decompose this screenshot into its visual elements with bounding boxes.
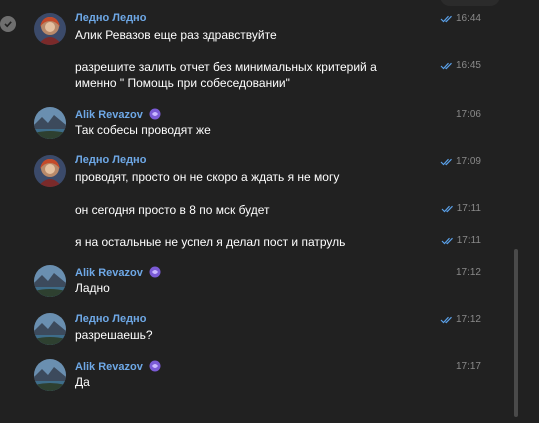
message-time: 16:45 xyxy=(455,60,481,71)
author-name-label: Alik Revazov xyxy=(75,267,143,279)
message-time: 17:12 xyxy=(455,267,481,278)
message-time: 17:12 xyxy=(455,314,481,325)
message-meta: 16:45 xyxy=(440,60,481,71)
message-meta: 17:11 xyxy=(441,203,481,214)
date-pill xyxy=(440,0,500,6)
premium-emoji-icon xyxy=(149,360,161,372)
message-text: он сегодня просто в 8 по мск будет xyxy=(75,203,270,217)
author-name[interactable]: Alik Revazov xyxy=(75,108,161,121)
message-meta: 17:17 xyxy=(456,361,481,372)
message-time: 17:09 xyxy=(455,156,481,167)
author-name[interactable]: Ледно Ледно xyxy=(75,313,146,325)
premium-emoji-icon xyxy=(149,108,161,120)
message-text: разрешаешь? xyxy=(75,328,153,342)
message-text: Так собесы проводят же xyxy=(75,123,211,137)
double-check-icon xyxy=(440,316,452,323)
avatar-ledno[interactable] xyxy=(34,155,66,187)
avatar-alik[interactable] xyxy=(34,359,66,391)
message-meta: 17:12 xyxy=(440,314,481,325)
message-time: 17:17 xyxy=(455,361,481,372)
avatar-ledno[interactable] xyxy=(34,313,66,345)
author-name[interactable]: Ледно Ледно xyxy=(75,12,146,24)
message-text: я на остальные не успел я делал пост и п… xyxy=(75,235,346,249)
message-text: именно " Помощь при собеседовании" xyxy=(75,76,290,90)
message-text: разрешите залить отчет без минимальных к… xyxy=(75,60,377,74)
avatar-alik[interactable] xyxy=(34,265,66,297)
double-check-icon xyxy=(440,15,452,22)
avatar-alik[interactable] xyxy=(34,107,66,139)
message-time: 17:11 xyxy=(456,235,481,246)
author-name-label: Alik Revazov xyxy=(75,109,143,121)
author-name[interactable]: Alik Revazov xyxy=(75,360,161,373)
premium-emoji-icon xyxy=(149,266,161,278)
double-check-icon xyxy=(441,237,453,244)
double-check-icon xyxy=(441,205,453,212)
message-meta: 17:09 xyxy=(440,156,481,167)
double-check-icon xyxy=(440,62,452,69)
message-meta: 17:11 xyxy=(441,235,481,246)
scrollbar-thumb[interactable] xyxy=(514,249,518,417)
message-meta: 17:06 xyxy=(456,109,481,120)
message-text: Ладно xyxy=(75,281,110,295)
author-name[interactable]: Ледно Ледно xyxy=(75,154,146,166)
message-text: Алик Ревазов еще раз здравствуйте xyxy=(75,28,277,42)
message-meta: 16:44 xyxy=(440,13,481,24)
author-name-label: Alik Revazov xyxy=(75,361,143,373)
avatar-ledno[interactable] xyxy=(34,13,66,45)
select-check-icon[interactable] xyxy=(0,16,16,32)
author-name[interactable]: Alik Revazov xyxy=(75,266,161,279)
message-time: 17:06 xyxy=(455,109,481,120)
message-text: проводят, просто он не скоро а ждать я н… xyxy=(75,170,340,184)
double-check-icon xyxy=(440,158,452,165)
message-meta: 17:12 xyxy=(456,267,481,278)
message-time: 17:11 xyxy=(456,203,481,214)
message-time: 16:44 xyxy=(455,13,481,24)
message-text: Да xyxy=(75,375,90,389)
